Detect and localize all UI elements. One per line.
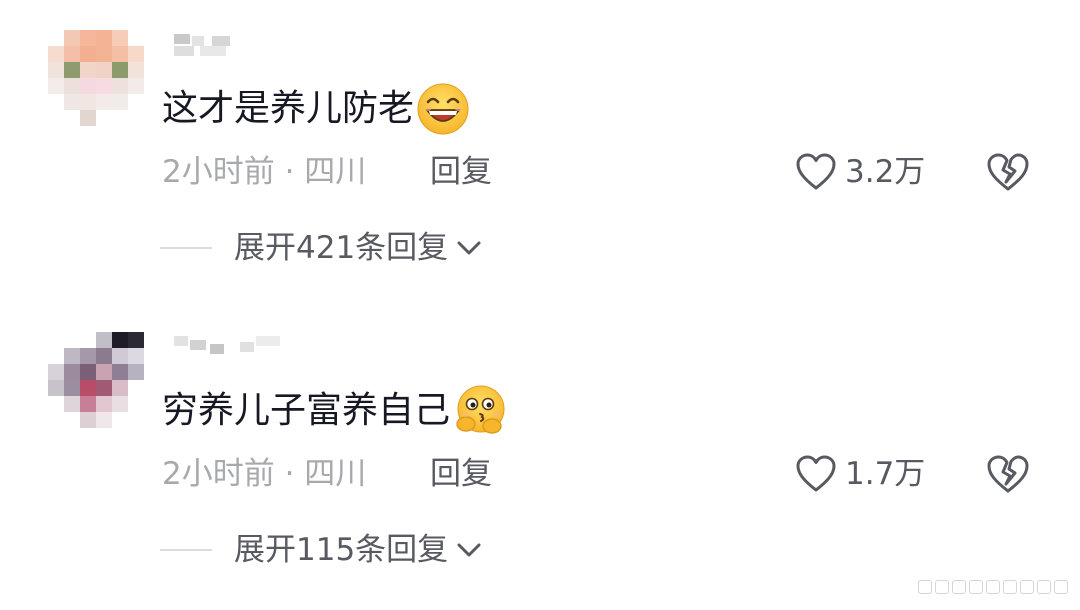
reply-button[interactable]: 回复: [430, 452, 492, 496]
avatar[interactable]: [48, 332, 144, 432]
like-button[interactable]: 3.2万: [795, 149, 925, 195]
comment-item: 穷养儿子富养自己 2小时前 · 四川 回复 1.7万 展开115条回复: [0, 302, 1080, 602]
watermark: [918, 580, 1068, 594]
like-count: 3.2万: [845, 154, 926, 190]
expand-replies-button[interactable]: 展开421条回复: [160, 226, 482, 270]
divider-line: [160, 549, 212, 551]
broken-heart-icon[interactable]: [986, 453, 1030, 495]
like-button[interactable]: 1.7万: [795, 451, 925, 497]
grinning-face-emoji: [417, 83, 469, 135]
heart-outline-icon: [796, 455, 836, 492]
reply-button[interactable]: 回复: [430, 150, 492, 194]
kiss-face-emoji: [456, 385, 505, 434]
comment-text-label: 这才是养儿防老: [162, 88, 415, 129]
expand-replies-label: 展开421条回复: [234, 230, 449, 266]
comment-list: 这才是养儿防老 2小时前 · 四川 回复 3.2万 展开421条回复 穷养儿子富…: [0, 0, 1080, 610]
expand-replies-button[interactable]: 展开115条回复: [160, 528, 482, 572]
expand-replies-label: 展开115条回复: [234, 532, 449, 568]
comment-text: 这才是养儿防老: [162, 82, 470, 136]
avatar[interactable]: [48, 30, 144, 130]
comment-item: 这才是养儿防老 2小时前 · 四川 回复 3.2万 展开421条回复: [0, 0, 1080, 300]
broken-heart-icon[interactable]: [986, 151, 1030, 193]
comment-meta: 2小时前 · 四川: [162, 456, 367, 492]
like-count: 1.7万: [845, 456, 926, 492]
divider-line: [160, 247, 212, 249]
comment-meta: 2小时前 · 四川: [162, 154, 367, 190]
comment-text: 穷养儿子富养自己: [162, 384, 506, 438]
comment-text-label: 穷养儿子富养自己: [162, 390, 451, 431]
chevron-down-icon: [457, 241, 481, 255]
heart-outline-icon: [796, 153, 836, 190]
chevron-down-icon: [457, 543, 481, 557]
